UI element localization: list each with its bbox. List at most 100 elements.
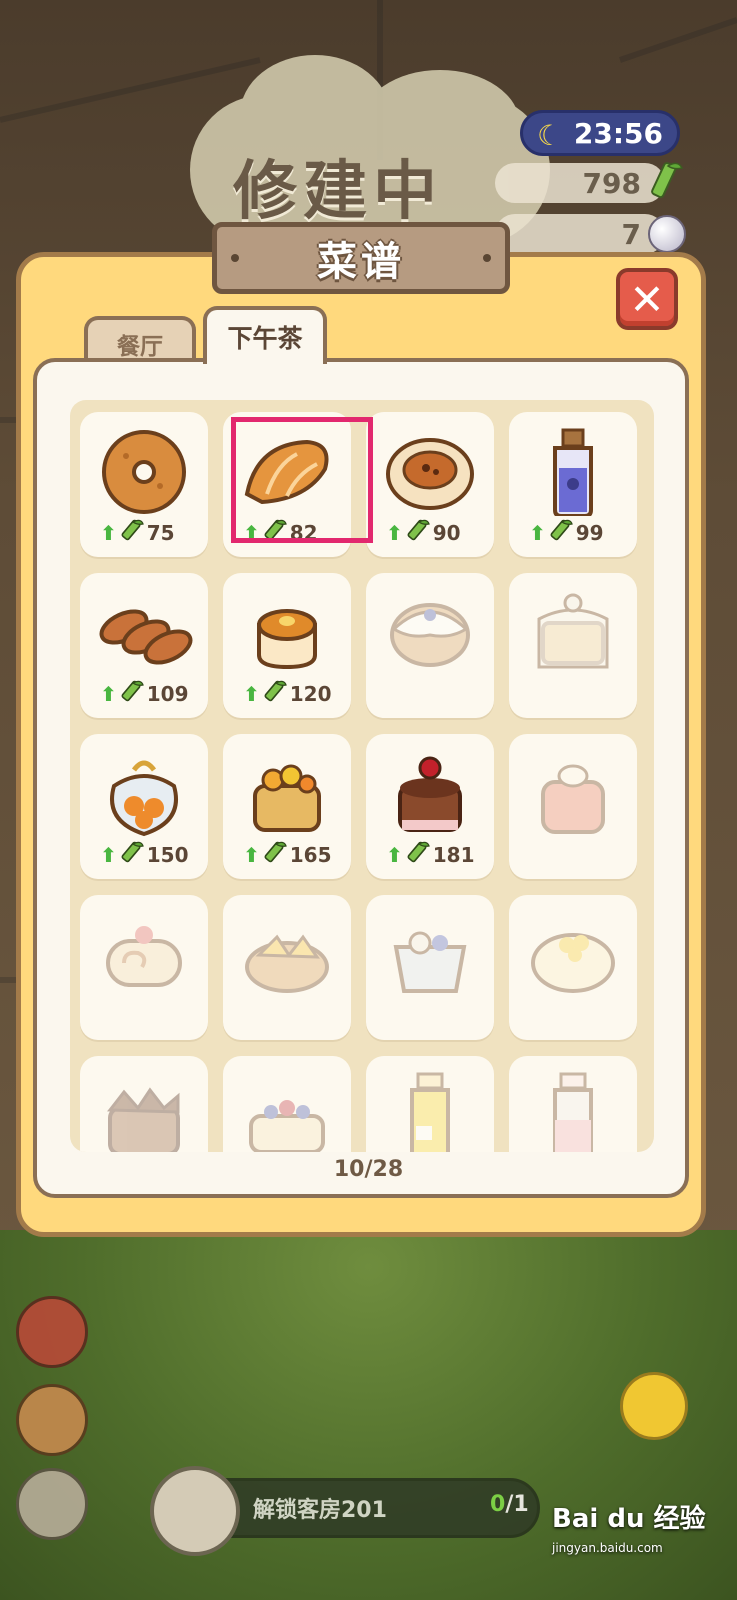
upgrade-arrow-icon: ⬆ [386, 520, 403, 545]
recipe-price-row: ⬆ 99 [529, 518, 604, 547]
upgrade-arrow-icon: ⬆ [100, 842, 117, 867]
recipe-card[interactable] [80, 895, 208, 1040]
recipe-price-row: ⬆ 109 [100, 679, 189, 708]
watermark-text: Bai du 经验 [552, 1504, 706, 1534]
upgrade-arrow-icon: ⬆ [243, 842, 260, 867]
watermark: Bai du 经验 jingyan.baidu.com [552, 1498, 706, 1555]
recipe-card[interactable]: ⬆ 181 [366, 734, 494, 879]
lemon-cake-icon [531, 933, 615, 993]
panel-title: 菜谱 [212, 222, 510, 294]
bamboo-icon [119, 518, 145, 547]
milk-bottle-icon [553, 1072, 593, 1152]
backpack-icon[interactable] [16, 1296, 88, 1368]
bamboo-icon [262, 679, 288, 708]
cherry-chocolate-cake-icon [398, 756, 462, 832]
clock-time: 23:56 [573, 116, 663, 150]
recipe-price: 109 [146, 681, 189, 706]
mango-tart-icon [245, 934, 329, 993]
recipe-price-row: ⬆ 165 [243, 840, 332, 869]
recipe-price-row: ⬆ 181 [386, 840, 475, 869]
recipe-card[interactable]: ⬆ 99 [509, 412, 637, 557]
bamboo-count: 798 [582, 166, 641, 200]
upgrade-arrow-icon: ⬆ [100, 681, 117, 706]
recipe-price: 150 [146, 842, 189, 867]
swiss-roll-icon [106, 926, 182, 987]
moon-icon: ☾ [537, 119, 563, 152]
chocolate-cake-icon [107, 1087, 180, 1152]
bamboo-icon [548, 518, 574, 547]
recipe-card[interactable] [223, 1056, 351, 1152]
parfait-icon [393, 931, 467, 993]
quest-progress-total: /1 [505, 1492, 529, 1517]
donut-icon [102, 430, 186, 514]
fruit-cake-icon [253, 764, 321, 832]
recipe-card[interactable]: ⬆ 150 [80, 734, 208, 879]
potion-bottle-icon [553, 428, 593, 516]
bamboo-currency-icon [651, 162, 684, 199]
recipe-card[interactable]: ⬆ 120 [223, 573, 351, 718]
recipe-card[interactable] [80, 1056, 208, 1152]
emoji-face-icon[interactable] [620, 1372, 688, 1440]
upgrade-arrow-icon: ⬆ [529, 520, 546, 545]
upgrade-arrow-icon: ⬆ [100, 520, 117, 545]
recipe-card[interactable] [509, 1056, 637, 1152]
upgrade-arrow-icon: ⬆ [386, 842, 403, 867]
close-button[interactable]: ✕ [616, 268, 678, 330]
quest-label: 解锁客房201 [253, 1498, 387, 1523]
recipe-price-row: ⬆ 150 [100, 840, 189, 869]
bamboo-icon [119, 679, 145, 708]
recipe-price-row: ⬆ 75 [100, 518, 175, 547]
highlight-box [231, 417, 373, 543]
recipe-price-row: ⬆ 90 [386, 518, 461, 547]
tab-label: 餐厅 [117, 334, 163, 360]
cream-cake-icon [541, 764, 605, 834]
page-indicator: 10/28 [333, 1157, 404, 1182]
recipe-card[interactable] [509, 895, 637, 1040]
recipe-card[interactable] [509, 573, 637, 718]
quest-progress: 0/1 [490, 1492, 529, 1517]
recipe-price: 75 [146, 520, 175, 545]
recipe-price: 165 [289, 842, 332, 867]
recipe-price-row: ⬆ 120 [243, 679, 332, 708]
bamboo-icon [119, 840, 145, 869]
pearl-currency-icon [648, 215, 686, 253]
title-pin-icon [483, 254, 491, 262]
close-icon: ✕ [629, 274, 665, 324]
recipe-card[interactable]: ⬆ 165 [223, 734, 351, 879]
berry-tart-icon [249, 1100, 325, 1152]
recipe-card[interactable] [366, 1056, 494, 1152]
building-status-text: 修建中 [233, 155, 443, 229]
quest-clipboard-icon[interactable] [150, 1466, 240, 1556]
recipe-card[interactable]: ⬆ 75 [80, 412, 208, 557]
upgrade-arrow-icon: ⬆ [243, 681, 260, 706]
recipe-card[interactable] [223, 895, 351, 1040]
panel-title-text: 菜谱 [317, 239, 405, 285]
recipe-card[interactable] [366, 895, 494, 1040]
recipe-card[interactable] [509, 734, 637, 879]
bamboo-icon [262, 840, 288, 869]
recipe-card[interactable]: ⬆ 109 [80, 573, 208, 718]
tab-afternoon-tea[interactable]: 下午茶 [203, 306, 327, 364]
pudding-icon [257, 609, 317, 670]
baguettes-icon [99, 609, 193, 665]
blueberry-muffin-icon [390, 603, 470, 667]
recipe-price: 181 [432, 842, 475, 867]
pizza-bread-icon [386, 438, 474, 510]
recipe-price: 99 [575, 520, 604, 545]
clock-display: ☾ 23:56 [520, 110, 680, 156]
pearl-counter: 7 [495, 214, 665, 254]
pearl-count: 7 [621, 217, 641, 251]
quest-progress-done: 0 [490, 1492, 506, 1517]
bagged-cake-icon [537, 593, 609, 669]
watermark-url: jingyan.baidu.com [552, 1541, 663, 1555]
paw-icon[interactable] [16, 1468, 88, 1540]
mushroom-house-icon[interactable] [16, 1384, 88, 1456]
recipe-card[interactable] [366, 573, 494, 718]
recipe-card[interactable]: ⬆ 90 [366, 412, 494, 557]
bamboo-counter: 798 [495, 163, 665, 203]
juice-bottle-icon [410, 1072, 450, 1152]
bamboo-icon [405, 840, 431, 869]
recipe-price: 120 [289, 681, 332, 706]
title-pin-icon [231, 254, 239, 262]
tab-label: 下午茶 [227, 324, 303, 353]
